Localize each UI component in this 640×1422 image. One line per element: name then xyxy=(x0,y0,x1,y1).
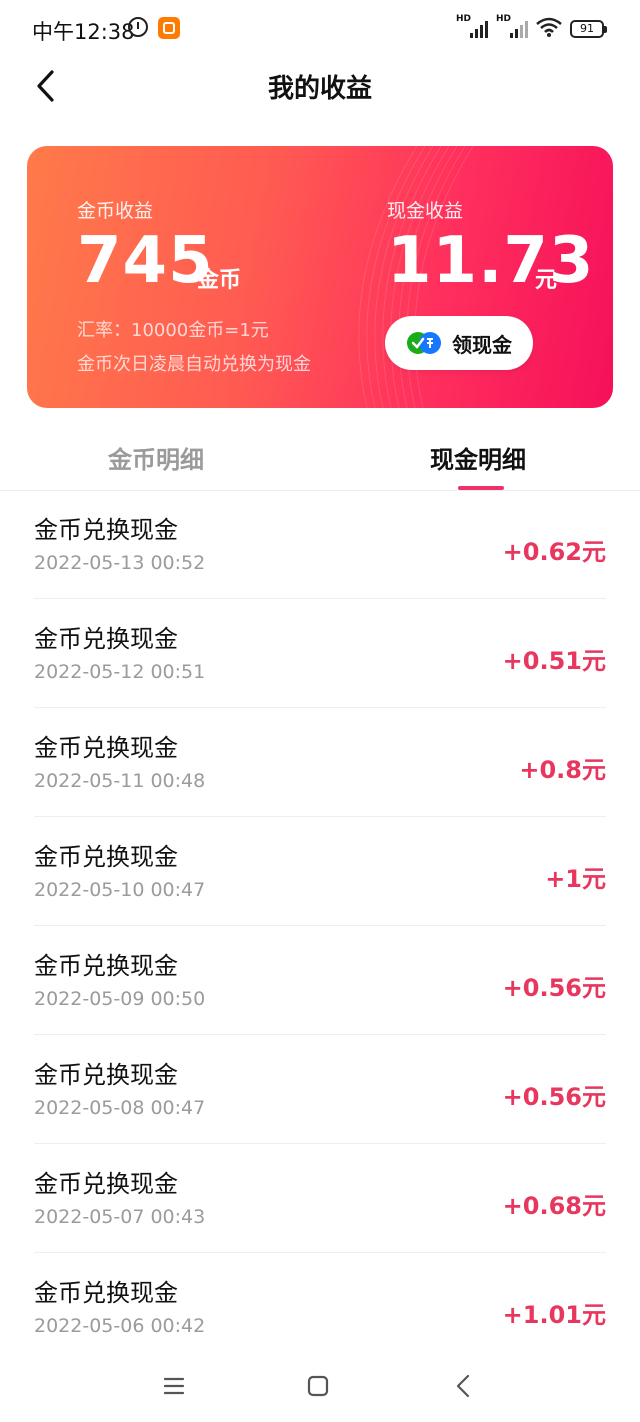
square-icon[interactable] xyxy=(300,1370,336,1402)
hd-label: HD xyxy=(456,14,472,24)
list-item: 金币兑换现金 2022-05-06 00:42 +1.01元 xyxy=(34,1253,606,1361)
record-amount: +0.56元 xyxy=(502,974,606,1002)
record-title: 金币兑换现金 xyxy=(34,516,178,544)
list-item: 金币兑换现金 2022-05-11 00:48 +0.8元 xyxy=(34,708,606,817)
record-time: 2022-05-06 00:42 xyxy=(34,1315,206,1337)
status-time: 中午12:38 xyxy=(32,20,135,44)
record-time: 2022-05-10 00:47 xyxy=(34,879,206,901)
list-item: 金币兑换现金 2022-05-12 00:51 +0.51元 xyxy=(34,599,606,708)
system-nav-bar xyxy=(0,1354,640,1422)
withdraw-cash-label: 领现金 xyxy=(452,332,512,357)
list-item: 金币兑换现金 2022-05-07 00:43 +0.68元 xyxy=(34,1144,606,1253)
record-title: 金币兑换现金 xyxy=(34,1279,178,1307)
record-time: 2022-05-13 00:52 xyxy=(34,552,206,574)
record-title: 金币兑换现金 xyxy=(34,1061,178,1089)
coin-earnings-label: 金币收益 xyxy=(77,200,154,222)
list-item: 金币兑换现金 2022-05-13 00:52 +0.62元 xyxy=(34,490,606,599)
record-time: 2022-05-07 00:43 xyxy=(34,1206,206,1228)
earnings-card: 金币收益 745 金币 汇率：10000金币=1元 金币次日凌晨自动兑换为现金 … xyxy=(27,146,613,408)
coin-unit: 金币 xyxy=(197,268,242,293)
status-bar: 中午12:38 HD HD 91 xyxy=(0,0,640,58)
menu-icon[interactable] xyxy=(156,1370,192,1402)
list-item: 金币兑换现金 2022-05-10 00:47 +1元 xyxy=(34,817,606,926)
alarm-icon xyxy=(128,17,148,37)
record-amount: +0.51元 xyxy=(502,647,606,675)
record-time: 2022-05-12 00:51 xyxy=(34,661,206,683)
record-amount: +1.01元 xyxy=(502,1301,606,1329)
hd-label: HD xyxy=(496,14,512,24)
wechat-pay-icon xyxy=(407,332,441,354)
record-title: 金币兑换现金 xyxy=(34,952,178,980)
tab-coin-details[interactable]: 金币明细 xyxy=(108,440,204,475)
coin-earnings-value: 745 xyxy=(77,224,214,298)
record-amount: +0.56元 xyxy=(502,1083,606,1111)
page-title: 我的收益 xyxy=(267,74,372,104)
wifi-icon xyxy=(536,17,562,37)
cash-records-list: 金币兑换现金 2022-05-13 00:52 +0.62元 金币兑换现金 20… xyxy=(34,490,606,1361)
exchange-rate-text: 汇率：10000金币=1元 xyxy=(77,320,269,341)
record-title: 金币兑换现金 xyxy=(34,1170,178,1198)
record-title: 金币兑换现金 xyxy=(34,625,178,653)
record-amount: +1元 xyxy=(545,865,606,893)
cash-unit: 元 xyxy=(535,268,558,293)
record-title: 金币兑换现金 xyxy=(34,843,178,871)
chevron-left-icon[interactable] xyxy=(446,1370,482,1402)
page-header: 我的收益 xyxy=(0,58,640,114)
list-item: 金币兑换现金 2022-05-08 00:47 +0.56元 xyxy=(34,1035,606,1144)
withdraw-cash-button[interactable]: 领现金 xyxy=(385,316,533,370)
signal-icon: HD xyxy=(496,14,528,38)
record-time: 2022-05-09 00:50 xyxy=(34,988,206,1010)
detail-tabs: 金币明细 现金明细 xyxy=(0,420,640,491)
record-amount: +0.62元 xyxy=(502,538,606,566)
cash-earnings-value: 11.73 xyxy=(387,224,595,298)
record-amount: +0.8元 xyxy=(519,756,606,784)
record-time: 2022-05-08 00:47 xyxy=(34,1097,206,1119)
auto-convert-text: 金币次日凌晨自动兑换为现金 xyxy=(77,354,311,375)
list-item: 金币兑换现金 2022-05-09 00:50 +0.56元 xyxy=(34,926,606,1035)
tab-cash-details[interactable]: 现金明细 xyxy=(430,440,526,475)
record-amount: +0.68元 xyxy=(502,1192,606,1220)
app-notification-icon xyxy=(158,17,180,39)
record-time: 2022-05-11 00:48 xyxy=(34,770,206,792)
status-right: HD HD 91 xyxy=(456,14,607,38)
record-title: 金币兑换现金 xyxy=(34,734,178,762)
signal-icon: HD xyxy=(456,14,488,38)
battery-icon: 91 xyxy=(570,20,607,38)
cash-earnings-label: 现金收益 xyxy=(387,200,464,222)
